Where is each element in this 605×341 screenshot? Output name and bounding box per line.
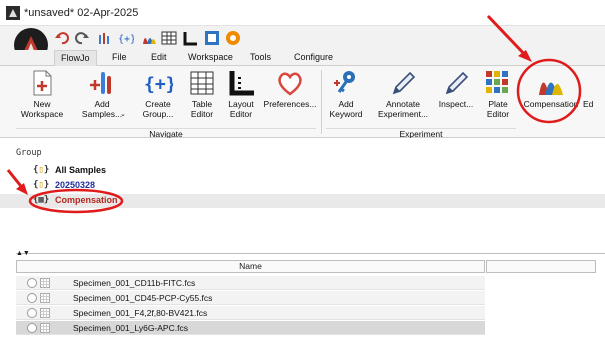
compensation-group-icon: {▦}: [33, 195, 50, 205]
sort-toggle-icon[interactable]: ▲▼: [16, 250, 30, 257]
group-folder-icon: {▯}: [33, 165, 50, 175]
table-row[interactable]: Specimen_001_CD45-PCP-Cy55.fcs: [16, 291, 485, 305]
tree-item-compensation[interactable]: {▦} Compensation: [0, 194, 605, 208]
plate-small-icon[interactable]: [204, 30, 220, 46]
ribbon-overflow-label: Ed: [583, 99, 594, 109]
row-radio[interactable]: [27, 308, 37, 318]
row-radio[interactable]: [27, 278, 37, 288]
row-radio[interactable]: [27, 323, 37, 333]
tree-item-label: Compensation: [55, 195, 118, 205]
tree-item-all-samples[interactable]: {▯} All Samples: [0, 164, 605, 178]
group-tree-panel: Group {▯} All Samples {▯} 20250328 {▦} C…: [0, 138, 605, 250]
menu-workspace[interactable]: Workspace: [188, 52, 233, 62]
menu-tools[interactable]: Tools: [250, 52, 271, 62]
window-title: *unsaved* 02-Apr-2025: [24, 7, 139, 19]
sample-filename: Specimen_001_F4,2f,80-BV421.fcs: [73, 308, 208, 318]
create-group-label: Create Group...: [142, 99, 174, 119]
ribbon-overflow-button[interactable]: Ed: [583, 66, 605, 128]
create-group-icon: {+}: [144, 74, 173, 95]
sample-filename: Specimen_001_Ly6G-APC.fcs: [73, 323, 188, 333]
new-workspace-label: New Workspace: [20, 99, 64, 119]
add-samples-icon[interactable]: [97, 30, 113, 46]
redo-icon[interactable]: [74, 30, 90, 46]
sample-filename: Specimen_001_CD11b-FITC.fcs: [73, 278, 196, 288]
compensation-icon: [539, 82, 563, 95]
tree-item-label: All Samples: [55, 165, 107, 175]
table-editor-label: Table Editor: [190, 99, 214, 119]
new-workspace-button[interactable]: New Workspace: [16, 66, 68, 128]
layout-small-icon[interactable]: [183, 30, 199, 46]
table-sort-bar: ▲▼: [16, 250, 605, 259]
layout-editor-button[interactable]: Layout Editor: [222, 66, 260, 128]
add-keyword-button[interactable]: Add Keyword: [326, 66, 366, 128]
app-icon: [6, 6, 20, 20]
plate-editor-label: Plate Editor: [486, 99, 510, 119]
chevron-down-icon: ⌄: [120, 111, 126, 118]
plate-editor-icon: [486, 71, 508, 93]
title-bar: *unsaved* 02-Apr-2025: [0, 0, 605, 25]
new-workspace-icon: [33, 70, 52, 96]
undo-icon[interactable]: [54, 30, 70, 46]
preferences-label: Preferences...: [263, 99, 317, 109]
tree-item-date-group[interactable]: {▯} 20250328: [0, 179, 605, 193]
layout-editor-icon: [229, 71, 254, 96]
inspect-label: Inspect...: [438, 99, 474, 109]
preferences-button[interactable]: Preferences...: [262, 66, 318, 128]
svg-text:{+}: {+}: [144, 74, 173, 95]
menu-configure[interactable]: Configure: [294, 52, 333, 62]
layout-editor-label: Layout Editor: [228, 99, 254, 119]
name-column-header[interactable]: Name: [16, 260, 485, 273]
sample-filename: Specimen_001_CD45-PCP-Cy55.fcs: [73, 293, 213, 303]
table-editor-button[interactable]: Table Editor: [184, 66, 220, 128]
settings-gear-icon[interactable]: [225, 30, 241, 46]
plate-editor-button[interactable]: Plate Editor: [480, 66, 516, 128]
table-row[interactable]: Specimen_001_CD11b-FITC.fcs: [16, 276, 485, 290]
group-folder-icon: {▯}: [33, 180, 50, 190]
compensation-label: Compensation: [523, 99, 579, 109]
experiment-group-label: Experiment: [326, 128, 516, 139]
table-small-icon[interactable]: [161, 30, 177, 46]
menu-flowjo[interactable]: FlowJo: [54, 50, 97, 66]
sample-grid-icon: [40, 308, 50, 318]
navigate-group-label: Navigate: [16, 128, 316, 139]
compensation-button[interactable]: Compensation: [520, 66, 582, 128]
table-row[interactable]: Specimen_001_Ly6G-APC.fcs: [16, 321, 485, 335]
add-samples-large-icon: [90, 72, 111, 94]
inspect-button[interactable]: Inspect...: [436, 66, 476, 128]
annotate-experiment-label: Annotate Experiment...: [377, 99, 429, 119]
table-row[interactable]: Specimen_001_F4,2f,80-BV421.fcs: [16, 306, 485, 320]
add-keyword-label: Add Keyword: [329, 99, 363, 119]
extra-column-header[interactable]: [486, 260, 596, 273]
ribbon-toolbar: New Workspace Add Samples... ⌄ {+} Creat…: [0, 66, 605, 139]
menu-edit[interactable]: Edit: [151, 52, 167, 62]
group-bracket-icon[interactable]: {+}: [118, 30, 134, 46]
quick-access-toolbar: [0, 25, 605, 50]
menu-file[interactable]: File: [112, 52, 127, 62]
add-samples-button[interactable]: Add Samples... ⌄: [72, 66, 132, 128]
create-group-button[interactable]: {+} Create Group...: [136, 66, 180, 128]
annotate-experiment-button[interactable]: Annotate Experiment...: [372, 66, 434, 128]
table-editor-icon: [190, 71, 214, 95]
key-icon: [334, 71, 355, 93]
tree-item-label: 20250328: [55, 180, 96, 190]
sample-grid-icon: [40, 278, 50, 288]
sample-grid-icon: [40, 323, 50, 333]
ribbon-separator: [321, 70, 322, 134]
group-column-header: Group: [16, 148, 42, 158]
heart-icon: [278, 72, 302, 96]
pencil-icon: [392, 71, 416, 95]
sample-grid-icon: [40, 293, 50, 303]
inspect-pencil-icon: [445, 71, 469, 95]
row-radio[interactable]: [27, 293, 37, 303]
menu-bar: FlowJo File Edit Workspace Tools Configu…: [0, 50, 605, 66]
compensation-small-icon[interactable]: [141, 30, 157, 46]
svg-text:{+}: {+}: [118, 34, 134, 45]
samples-table: ▲▼ Name Specimen_001_CD11b-FITC.fcs Spec…: [0, 250, 605, 341]
